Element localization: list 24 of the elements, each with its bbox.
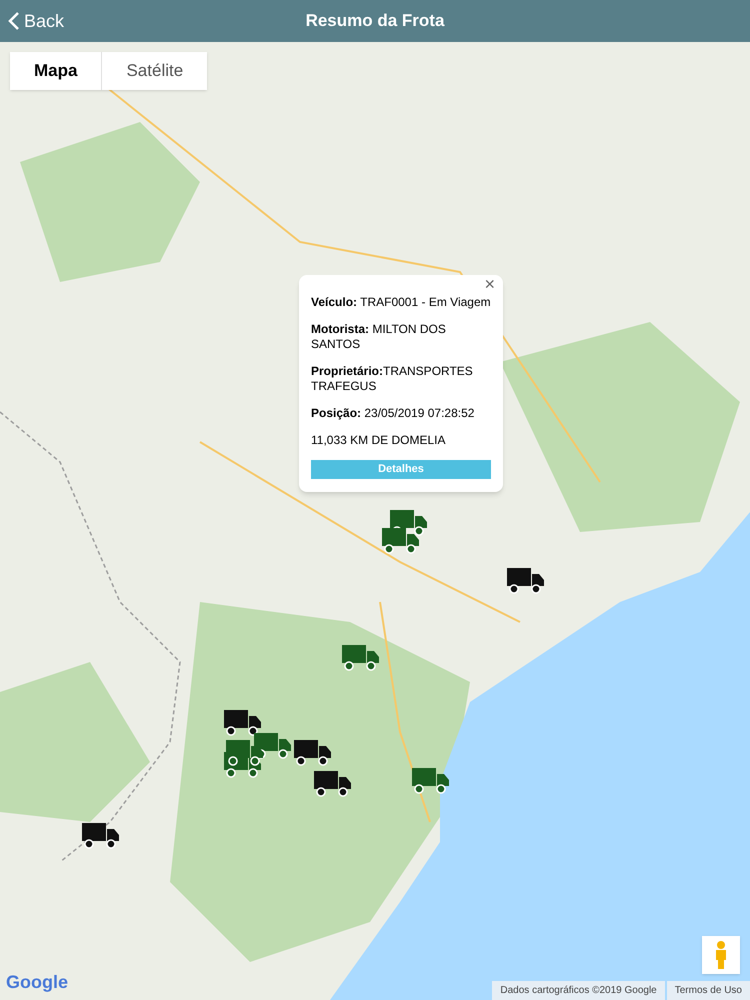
chevron-left-icon — [8, 11, 20, 31]
truck-icon[interactable] — [410, 766, 450, 794]
truck-icon[interactable] — [224, 738, 264, 766]
close-button[interactable]: × — [484, 275, 495, 293]
info-text: Veículo: TRAF0001 - Em Viagem — [311, 295, 491, 310]
info-text: Posição: 23/05/2019 07:28:52 — [311, 406, 476, 421]
truck-icon[interactable] — [292, 738, 332, 766]
truck-icon[interactable] — [505, 566, 545, 594]
google-logo: Google — [6, 971, 68, 994]
info-text: Proprietário:TRANSPORTES TRAFEGUS — [311, 364, 474, 394]
truck-icon[interactable] — [222, 708, 262, 736]
truck-icon[interactable] — [340, 643, 380, 671]
map-attribution: Dados cartográficos ©2019 Google — [492, 981, 665, 1000]
person-icon — [713, 940, 729, 970]
map-type-tab[interactable]: Mapa — [10, 52, 102, 90]
truck-icon[interactable] — [80, 821, 120, 849]
truck-icon[interactable] — [380, 526, 420, 554]
terms-link[interactable]: Termos de Uso — [666, 981, 750, 1000]
screen-title: Resumo da Frota — [306, 10, 444, 32]
back-button[interactable]: Back — [8, 8, 64, 34]
info-text: Motorista: MILTON DOS SANTOS — [311, 322, 447, 352]
truck-icon[interactable] — [312, 769, 352, 797]
map-type-tab[interactable]: Satélite — [101, 52, 208, 90]
info-text: 11,033 KM DE DOMELIA — [311, 433, 446, 448]
